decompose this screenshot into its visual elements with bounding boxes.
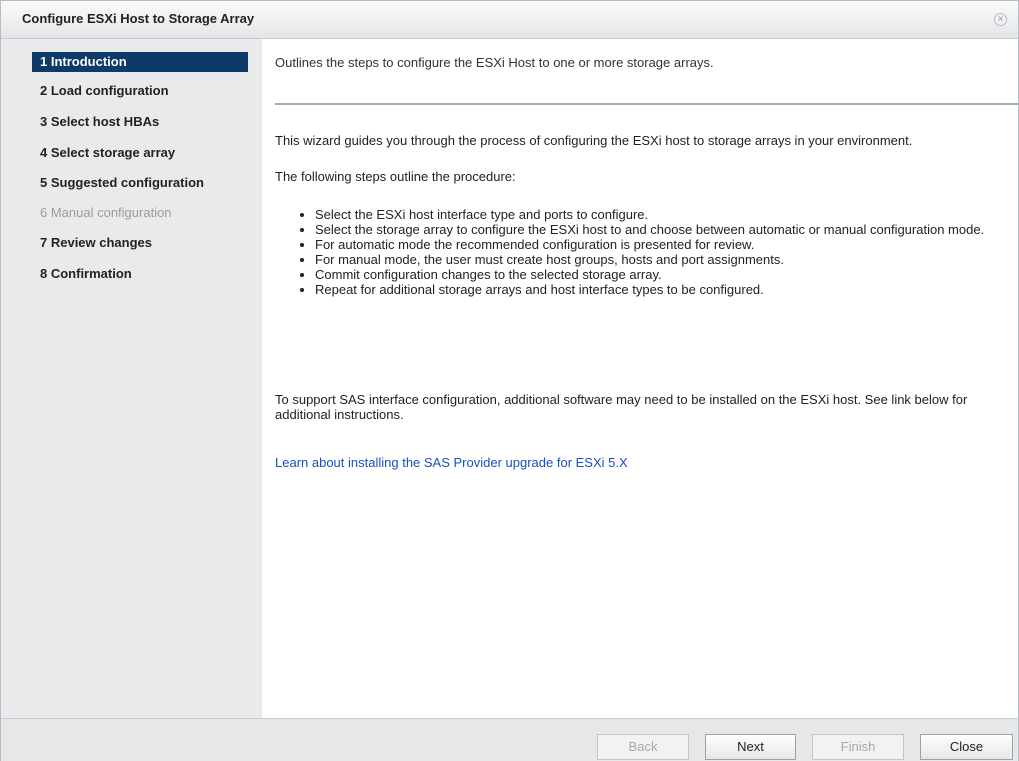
title-bar: Configure ESXi Host to Storage Array ×: [1, 1, 1018, 39]
intro-text: This wizard guides you through the proce…: [275, 133, 913, 148]
step-summary: Outlines the steps to configure the ESXi…: [275, 55, 714, 70]
step-select-storage-array[interactable]: 4 Select storage array: [32, 143, 248, 163]
step-introduction[interactable]: 1 Introduction: [32, 52, 248, 72]
next-button[interactable]: Next: [705, 734, 796, 760]
sas-provider-link[interactable]: Learn about installing the SAS Provider …: [275, 455, 628, 470]
sas-note: To support SAS interface configuration, …: [275, 392, 968, 422]
list-item: For manual mode, the user must create ho…: [315, 252, 997, 267]
step-select-host-hbas[interactable]: 3 Select host HBAs: [32, 112, 248, 132]
step-manual-configuration: 6 Manual configuration: [40, 205, 172, 220]
close-button[interactable]: Close: [920, 734, 1013, 760]
list-item: Select the ESXi host interface type and …: [315, 207, 997, 222]
wizard-dialog: Configure ESXi Host to Storage Array × 1…: [0, 0, 1019, 761]
wizard-content: Outlines the steps to configure the ESXi…: [262, 39, 1018, 718]
procedure-list: Select the ESXi host interface type and …: [275, 207, 997, 297]
list-item: Select the storage array to configure th…: [315, 222, 997, 237]
finish-button[interactable]: Finish: [812, 734, 904, 760]
list-item: For automatic mode the recommended confi…: [315, 237, 997, 252]
list-item: Repeat for additional storage arrays and…: [315, 282, 997, 297]
close-icon[interactable]: ×: [994, 13, 1007, 26]
wizard-steps-sidebar: 1 Introduction 2 Load configuration 3 Se…: [1, 39, 262, 718]
step-review-changes[interactable]: 7 Review changes: [32, 233, 248, 253]
list-item: Commit configuration changes to the sele…: [315, 267, 997, 282]
separator: [275, 103, 1018, 105]
step-load-configuration[interactable]: 2 Load configuration: [32, 81, 248, 101]
step-confirmation[interactable]: 8 Confirmation: [32, 264, 248, 284]
back-button[interactable]: Back: [597, 734, 689, 760]
steps-intro-text: The following steps outline the procedur…: [275, 169, 516, 184]
button-bar: Back Next Finish Close: [1, 718, 1018, 761]
dialog-title: Configure ESXi Host to Storage Array: [22, 11, 255, 26]
step-suggested-configuration[interactable]: 5 Suggested configuration: [32, 173, 248, 193]
